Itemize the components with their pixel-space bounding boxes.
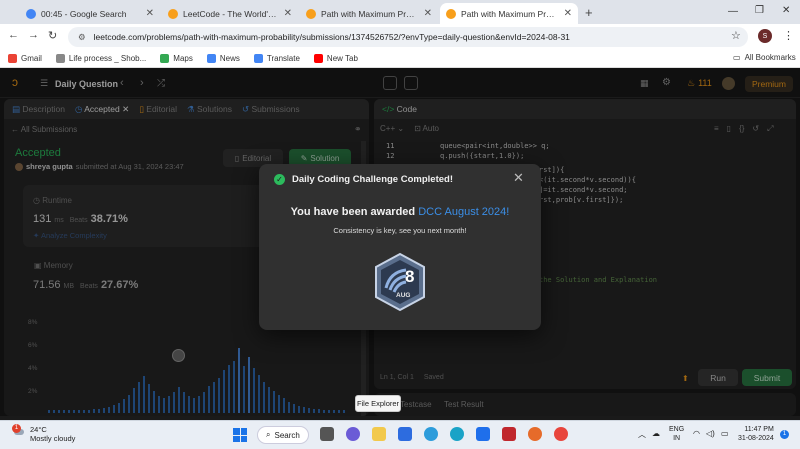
back-icon[interactable]: ←: [8, 29, 19, 41]
close-tab-icon[interactable]: ✕: [146, 8, 154, 19]
modal-title: Daily Coding Challenge Completed!: [292, 174, 453, 185]
windows-start-icon[interactable]: [233, 428, 247, 442]
bookmarks-bar: Gmail Life process _ Shob... Maps News T…: [0, 50, 800, 68]
notification-badge[interactable]: 1: [780, 430, 789, 439]
maximize-button[interactable]: ❐: [755, 5, 764, 16]
leetcode-icon: [446, 8, 456, 19]
onedrive-icon[interactable]: ☁: [652, 429, 660, 438]
maps-icon: [160, 54, 170, 63]
close-tab-icon[interactable]: ✕: [564, 8, 572, 19]
screen: { "browser": { "tabs": [ {"title": "00:4…: [0, 0, 800, 449]
menu-icon[interactable]: ⋮: [783, 29, 794, 42]
notification-badge: 1: [12, 424, 21, 433]
store-icon[interactable]: [398, 427, 412, 441]
bookmark-translate[interactable]: Translate: [253, 54, 300, 63]
bookmark-gmail[interactable]: Gmail: [8, 54, 42, 63]
volume-icon[interactable]: ◁): [706, 429, 715, 438]
bookmark-maps[interactable]: Maps: [160, 54, 193, 63]
close-icon[interactable]: ✕: [513, 170, 524, 186]
browser-tab[interactable]: Path with Maximum Probability✕: [300, 3, 438, 24]
weather-widget[interactable]: 24°C Mostly cloudy: [30, 425, 75, 443]
translate-icon: [253, 54, 263, 63]
edge-icon[interactable]: [450, 427, 464, 441]
reload-icon[interactable]: ↻: [48, 29, 57, 42]
news-icon: [206, 54, 216, 63]
address-bar[interactable]: ⚙ leetcode.com/problems/path-with-maximu…: [68, 27, 748, 47]
bookmark-life-process[interactable]: Life process _ Shob...: [55, 54, 146, 63]
task-view-icon[interactable]: [320, 427, 334, 441]
page-icon: [55, 54, 65, 63]
gmail-icon: [8, 54, 17, 63]
file-explorer-tooltip: File Explorer: [355, 395, 401, 412]
completion-modal: ✓ Daily Coding Challenge Completed! ✕ Yo…: [259, 164, 541, 330]
dcc-badge-icon: [375, 252, 425, 312]
weather-icon[interactable]: 1: [10, 424, 24, 438]
all-bookmarks[interactable]: ▭ All Bookmarks: [733, 53, 796, 62]
check-circle-icon: ✓: [274, 174, 285, 185]
firefox-icon[interactable]: [528, 427, 542, 441]
forward-icon[interactable]: →: [28, 29, 39, 41]
modal-subtitle: Consistency is key, see you next month!: [333, 226, 467, 235]
bookmark-news[interactable]: News: [206, 54, 240, 63]
bookmark-star-icon[interactable]: ☆: [731, 29, 741, 42]
app-icon[interactable]: [424, 427, 438, 441]
google-icon: [26, 8, 36, 19]
chevron-up-icon[interactable]: ︿: [638, 429, 646, 440]
site-info-icon[interactable]: ⚙: [78, 32, 86, 43]
chrome-icon[interactable]: [554, 427, 568, 441]
taskbar-search[interactable]: ⌕ Search: [257, 426, 309, 444]
badge-number: 8: [405, 267, 415, 286]
app-icon[interactable]: [476, 427, 490, 441]
close-tab-icon[interactable]: ✕: [424, 8, 432, 19]
avatar[interactable]: S: [758, 29, 772, 43]
mcafee-icon[interactable]: [502, 427, 516, 441]
wifi-icon[interactable]: ◠: [693, 429, 700, 438]
new-tab-button[interactable]: +: [585, 5, 593, 20]
browser-tab[interactable]: 00:45 - Google Search ✕: [20, 3, 160, 24]
leetcode-icon: [306, 8, 316, 19]
language-indicator[interactable]: ENG IN: [669, 425, 684, 443]
battery-icon[interactable]: ▭: [721, 429, 729, 438]
youtube-icon: [313, 54, 323, 63]
browser-tab[interactable]: LeetCode - The World's Leading✕: [162, 3, 298, 24]
clock[interactable]: 11:47 PM 31-08-2024: [738, 425, 774, 443]
award-line: You have been awarded DCC August 2024!: [290, 206, 510, 218]
file-explorer-icon[interactable]: [372, 427, 386, 441]
chat-icon[interactable]: [346, 427, 360, 441]
minimize-button[interactable]: —: [728, 6, 738, 17]
close-tab-icon[interactable]: ✕: [284, 8, 292, 19]
close-window-button[interactable]: ✕: [782, 5, 790, 16]
leetcode-icon: [168, 8, 178, 19]
bookmark-new-tab[interactable]: New Tab: [313, 54, 358, 63]
browser-tab-active[interactable]: Path with Maximum Probability✕: [440, 3, 578, 24]
badge-month: AUG: [396, 292, 411, 299]
search-icon: ⌕: [266, 430, 271, 439]
folder-icon: ▭: [733, 53, 741, 62]
